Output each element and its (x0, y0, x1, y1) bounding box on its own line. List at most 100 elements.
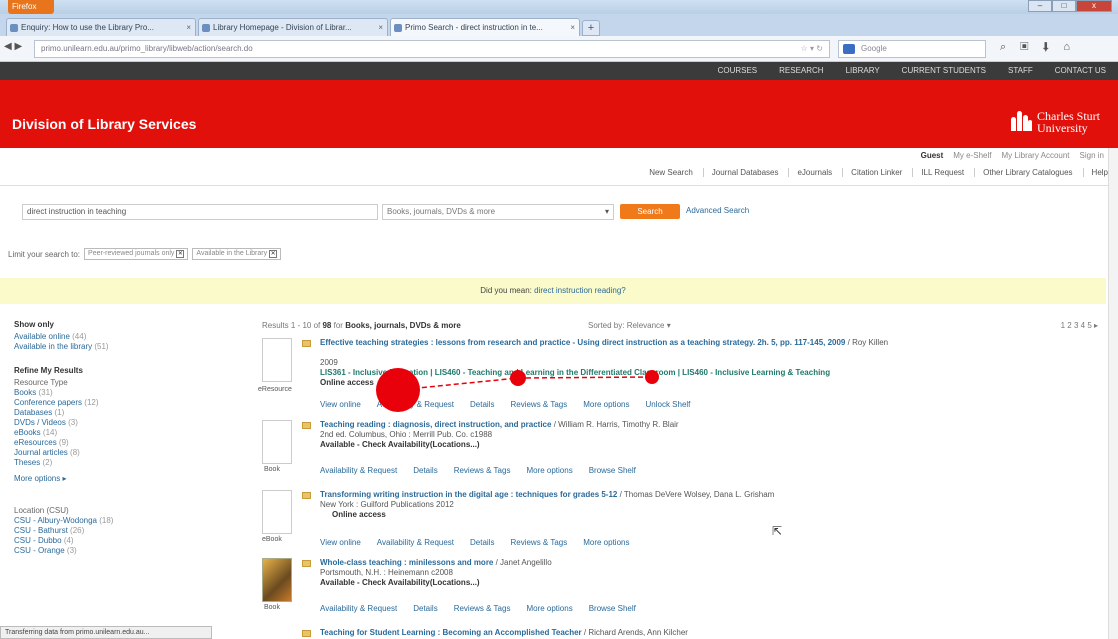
facet-item[interactable]: eBooks (14) (14, 428, 174, 438)
action-reviews[interactable]: Reviews & Tags (510, 538, 567, 547)
facet-item[interactable]: Available in the library (51) (14, 342, 174, 352)
pagination[interactable]: 1 2 3 4 5 ▸ (1061, 321, 1098, 330)
csu-logo[interactable]: Charles Sturt University (1011, 110, 1100, 134)
minimize-button[interactable]: – (1028, 0, 1052, 12)
csu-logo-icon (1011, 111, 1033, 133)
facet-item[interactable]: Conference papers (12) (14, 398, 174, 408)
action-reviews[interactable]: Reviews & Tags (454, 604, 511, 613)
action-more[interactable]: More options (583, 538, 629, 547)
advanced-search-link[interactable]: Advanced Search (686, 206, 749, 215)
result-title[interactable]: Effective teaching strategies : lessons … (320, 338, 1076, 348)
action-details[interactable]: Details (413, 466, 437, 475)
bookmarks-icon[interactable]: ▣ (1020, 41, 1042, 53)
action-more[interactable]: More options (526, 466, 572, 475)
close-window-button[interactable]: x (1076, 0, 1112, 12)
checkbox-icon[interactable]: ✕ (269, 250, 278, 258)
result-title[interactable]: Teaching reading : diagnosis, direct ins… (320, 420, 1076, 430)
facet-more-link[interactable]: More options ▸ (14, 474, 174, 484)
action-details[interactable]: Details (470, 400, 494, 409)
did-you-mean-link[interactable]: direct instruction reading? (534, 286, 626, 295)
browser-tab-active[interactable]: Primo Search - direct instruction in te.… (390, 18, 580, 36)
facet-item[interactable]: Books (31) (14, 388, 174, 398)
eshelf-link[interactable]: My e-Shelf (953, 151, 991, 160)
maximize-button[interactable]: □ (1052, 0, 1076, 12)
menu-ejournals[interactable]: eJournals (788, 168, 832, 177)
firefox-menu-button[interactable]: Firefox (8, 0, 54, 14)
action-availability[interactable]: Availability & Request (377, 538, 454, 547)
browser-tab[interactable]: Enquiry: How to use the Library Pro... × (6, 18, 196, 36)
search-input[interactable]: direct instruction in teaching (22, 204, 378, 220)
action-availability[interactable]: Availability & Request (320, 604, 397, 613)
result-thumbnail[interactable] (262, 338, 292, 382)
result-title[interactable]: Teaching for Student Learning : Becoming… (320, 628, 1076, 638)
result-availability[interactable]: Available - Check Availability(Locations… (320, 440, 1076, 450)
action-shelf[interactable]: Browse Shelf (589, 466, 636, 475)
action-details[interactable]: Details (470, 538, 494, 547)
tab-close-icon[interactable]: × (570, 19, 575, 36)
action-details[interactable]: Details (413, 604, 437, 613)
toolbar-icons[interactable]: ⌕▣⬇⌂ (1000, 41, 1084, 54)
new-tab-button[interactable]: + (582, 20, 600, 36)
action-reviews[interactable]: Reviews & Tags (454, 466, 511, 475)
download-icon[interactable]: ⬇ (1043, 41, 1064, 53)
facet-item[interactable]: Theses (2) (14, 458, 174, 468)
result-title[interactable]: Whole-class teaching : minilessons and m… (320, 558, 1076, 568)
action-availability[interactable]: Availability & Request (320, 466, 397, 475)
menu-new-search[interactable]: New Search (641, 168, 693, 177)
menu-citation-linker[interactable]: Citation Linker (842, 168, 902, 177)
bookmark-star-icon[interactable]: ☆ ▾ ↻ (801, 41, 823, 57)
action-shelf[interactable]: Browse Shelf (589, 604, 636, 613)
signin-link[interactable]: Sign in (1080, 151, 1104, 160)
search-icon[interactable]: ⌕ (1000, 41, 1020, 53)
browser-tab[interactable]: Library Homepage - Division of Librar...… (198, 18, 388, 36)
facet-item[interactable]: CSU - Bathurst (26) (14, 526, 174, 536)
scope-select[interactable]: Books, journals, DVDs & more ▾ (382, 204, 614, 220)
action-shelf[interactable]: Unlock Shelf (645, 400, 690, 409)
back-forward-icon[interactable]: ◀ ▶ (4, 41, 22, 52)
action-view-online[interactable]: View online (320, 538, 361, 547)
result-subjects[interactable]: LIS361 - Inclusive Education | LIS460 - … (320, 368, 1076, 378)
header-title[interactable]: Division of Library Services (12, 116, 196, 132)
facet-item[interactable]: Available online (44) (14, 332, 174, 342)
page-scrollbar[interactable] (1108, 148, 1118, 639)
result-thumbnail[interactable] (262, 420, 292, 464)
topnav-item[interactable]: Library (846, 62, 880, 80)
sort-select[interactable]: Sorted by: Relevance ▾ (588, 321, 671, 330)
facet-item[interactable]: CSU - Orange (3) (14, 546, 174, 556)
home-icon[interactable]: ⌂ (1063, 41, 1084, 53)
topnav-item[interactable]: Research (779, 62, 823, 80)
topnav-item[interactable]: Courses (718, 62, 758, 80)
topnav-item[interactable]: Contact Us (1055, 62, 1106, 80)
result-thumbnail[interactable] (262, 490, 292, 534)
limit-available[interactable]: Available in the Library ✕ (192, 248, 282, 260)
menu-other-catalogues[interactable]: Other Library Catalogues (974, 168, 1073, 177)
checkbox-icon[interactable]: ✕ (176, 250, 185, 258)
account-link[interactable]: My Library Account (1002, 151, 1070, 160)
menu-ill-request[interactable]: ILL Request (912, 168, 964, 177)
tab-close-icon[interactable]: × (378, 19, 383, 36)
menu-journal-databases[interactable]: Journal Databases (702, 168, 778, 177)
topnav-item[interactable]: Current Students (902, 62, 986, 80)
menu-help[interactable]: Help (1082, 168, 1108, 177)
address-bar[interactable]: primo.unilearn.edu.au/primo_library/libw… (34, 40, 830, 58)
browser-search-box[interactable]: Google (838, 40, 986, 58)
tab-close-icon[interactable]: × (186, 19, 191, 36)
facet-item[interactable]: CSU - Dubbo (4) (14, 536, 174, 546)
facet-item[interactable]: CSU - Albury-Wodonga (18) (14, 516, 174, 526)
limit-peer-reviewed[interactable]: Peer-reviewed journals only ✕ (84, 248, 189, 260)
result-availability[interactable]: Available - Check Availability(Locations… (320, 578, 1076, 588)
facet-item[interactable]: Databases (1) (14, 408, 174, 418)
action-more[interactable]: More options (526, 604, 572, 613)
action-more[interactable]: More options (583, 400, 629, 409)
tab-favicon-icon (202, 24, 210, 32)
action-availability[interactable]: Availability & Request (377, 400, 454, 409)
result-title[interactable]: Transforming writing instruction in the … (320, 490, 1076, 500)
action-view-online[interactable]: View online (320, 400, 361, 409)
search-button[interactable]: Search (620, 204, 680, 219)
topnav-item[interactable]: Staff (1008, 62, 1033, 80)
facet-item[interactable]: Journal articles (8) (14, 448, 174, 458)
result-thumbnail[interactable] (262, 558, 292, 602)
facet-item[interactable]: eResources (9) (14, 438, 174, 448)
facet-item[interactable]: DVDs / Videos (3) (14, 418, 174, 428)
action-reviews[interactable]: Reviews & Tags (510, 400, 567, 409)
